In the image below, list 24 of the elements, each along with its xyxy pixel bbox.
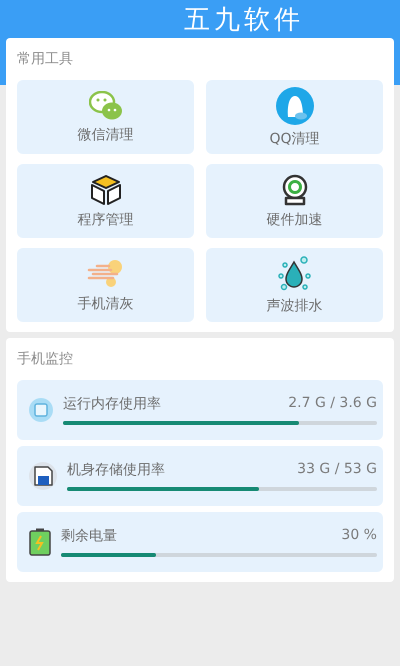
chat-bubbles-icon <box>88 90 122 120</box>
penguin-icon <box>276 86 314 124</box>
tool-tile[interactable]: 程序管理 <box>17 164 194 238</box>
section-title: 手机监控 <box>17 350 74 369</box>
chip-icon <box>29 398 53 422</box>
metric-label: 运行内存使用率 <box>63 395 161 413</box>
section-title: 常用工具 <box>17 50 74 69</box>
tool-tile[interactable]: 手机清灰 <box>17 248 194 322</box>
app-title: 五九软件 <box>183 4 305 37</box>
metric-label: 剩余电量 <box>61 527 117 545</box>
water-drop-icon <box>276 256 312 292</box>
metric-reading: 33 G / 53 G <box>297 461 377 479</box>
tool-tile[interactable]: QQ清理 <box>206 80 383 154</box>
metric-label: 机身存储使用率 <box>67 461 165 479</box>
cube-icon <box>88 174 122 206</box>
metric-reading: 2.7 G / 3.6 G <box>288 395 377 413</box>
battery-icon <box>29 528 51 556</box>
floppy-disk-icon <box>29 462 57 490</box>
tool-tile[interactable]: 声波排水 <box>206 248 383 322</box>
wind-icon <box>86 258 124 290</box>
tool-tile[interactable]: 微信清理 <box>17 80 194 154</box>
webcam-icon <box>280 174 308 206</box>
tool-tile[interactable]: 硬件加速 <box>206 164 383 238</box>
metric-reading: 30 % <box>341 527 377 545</box>
